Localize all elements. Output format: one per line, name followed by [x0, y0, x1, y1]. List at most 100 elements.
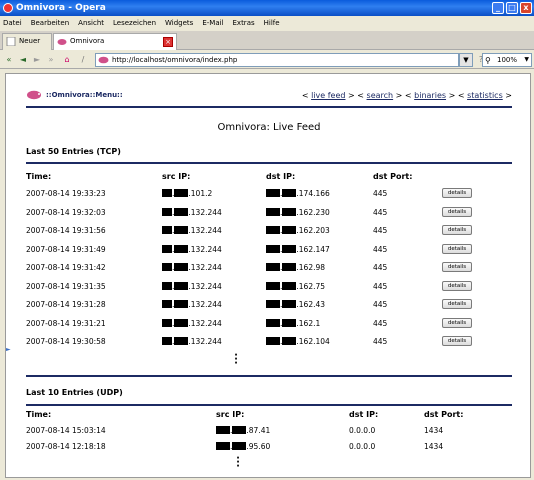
table-row: 2007-08-14 19:31:49 . .132.244 . .162.147 445… — [26, 242, 512, 260]
redacted-block — [174, 337, 189, 345]
link-statistics[interactable]: statistics — [467, 91, 503, 100]
table-row: 2007-08-14 19:30:58 . .132.244 . .162.104 445… — [26, 334, 512, 352]
redacted-block — [162, 207, 172, 216]
menu-email[interactable]: E-Mail — [202, 19, 223, 27]
cell-dst-port: 445 — [373, 207, 388, 217]
cell-dst-ip: . .162.104 — [266, 337, 330, 346]
menu-bar: Datei Bearbeiten Ansicht Lesezeichen Wid… — [0, 16, 534, 30]
cell-src-ip: . .95.60 — [216, 442, 270, 451]
cell-src-ip: . .87.41 — [216, 426, 270, 435]
cell-time: 2007-08-14 12:18:18 — [26, 442, 106, 451]
zoom-select[interactable]: ⚲ 100% ▼ — [482, 53, 532, 67]
col-header-time: Time: — [26, 172, 52, 181]
menu-widgets[interactable]: Widgets — [165, 19, 193, 27]
edit-icon[interactable]: / — [78, 55, 88, 65]
cell-dst-port: 445 — [373, 318, 388, 328]
details-button[interactable]: details — [442, 317, 472, 328]
ip-suffix: .132.244 — [188, 281, 222, 291]
close-window-button[interactable]: x — [520, 2, 532, 14]
cell-src-ip: . .132.244 — [162, 281, 222, 291]
ip-suffix: .162.1 — [296, 318, 321, 328]
redacted-block — [162, 337, 172, 345]
cell-time: 2007-08-14 19:31:56 — [26, 226, 106, 235]
cell-dst-port: 445 — [373, 189, 388, 198]
forward-icon[interactable]: ► — [32, 55, 42, 65]
ip-suffix: .132.244 — [188, 318, 222, 328]
cell-dst-port: 1434 — [424, 426, 444, 435]
redacted-block — [232, 442, 247, 450]
redacted-block — [282, 300, 297, 308]
maximize-button[interactable]: □ — [506, 2, 518, 14]
home-icon[interactable]: ⌂ — [62, 55, 72, 65]
details-button[interactable]: details — [442, 206, 472, 217]
cell-time: 2007-08-14 19:31:28 — [26, 300, 106, 309]
back-icon[interactable]: ◄ — [18, 55, 28, 65]
cell-dst-port: 445 — [373, 263, 388, 272]
cell-time: 2007-08-14 19:30:58 — [26, 337, 106, 346]
redacted-block — [162, 226, 172, 234]
cell-dst-ip: . .162.203 — [266, 226, 330, 235]
details-button[interactable]: details — [442, 336, 472, 346]
table-row: 2007-08-14 19:31:56 . .132.244 . .162.203 445… — [26, 223, 512, 241]
address-toolbar: « ◄ ► » ⌂ / http://localhost/omnivora/in… — [0, 51, 534, 69]
cell-dst-ip: . .162.43 — [266, 300, 325, 309]
redacted-block — [162, 263, 172, 271]
ip-suffix: .162.104 — [296, 337, 330, 346]
address-input[interactable]: http://localhost/omnivora/index.php — [95, 53, 459, 67]
redacted-block — [162, 189, 172, 197]
redacted-block — [174, 244, 189, 253]
menu-lesezeichen[interactable]: Lesezeichen — [113, 19, 156, 27]
ip-suffix: .132.244 — [188, 337, 222, 346]
cell-dst-port: 445 — [373, 244, 388, 254]
menu-bearbeiten[interactable]: Bearbeiten — [31, 19, 69, 27]
details-button[interactable]: details — [442, 299, 472, 309]
more-rows-indicator: · · · — [234, 350, 238, 369]
tab-neuer-tab[interactable]: Neuer Tab — [2, 33, 52, 60]
close-tab-icon[interactable]: × — [163, 37, 173, 47]
redacted-block — [266, 263, 280, 271]
cell-time: 2007-08-14 15:03:14 — [26, 426, 106, 435]
address-dropdown-button[interactable]: ▼ — [459, 53, 473, 67]
redacted-block — [282, 189, 297, 197]
redacted-block — [174, 318, 189, 327]
redacted-block — [216, 426, 230, 434]
redacted-block — [174, 226, 189, 234]
redacted-block — [266, 318, 280, 327]
cell-src-ip: . .132.244 — [162, 207, 222, 217]
site-menu-title: ::Omnivora::Menu:: — [46, 91, 123, 99]
redacted-block — [266, 226, 280, 234]
rewind-icon[interactable]: « — [4, 55, 14, 65]
cell-dst-port: 445 — [373, 300, 388, 309]
link-live-feed[interactable]: live feed — [311, 91, 345, 100]
cell-dst-port: 445 — [373, 281, 388, 291]
menu-ansicht[interactable]: Ansicht — [78, 19, 104, 27]
cell-dst-ip: . .162.98 — [266, 263, 325, 272]
breadcrumb-separator: > — [448, 91, 456, 100]
details-button[interactable]: details — [442, 225, 472, 235]
fast-forward-icon[interactable]: » — [46, 55, 56, 65]
link-search[interactable]: search — [367, 91, 394, 100]
menu-datei[interactable]: Datei — [3, 19, 22, 27]
divider — [26, 404, 512, 406]
breadcrumb-separator: < — [301, 91, 309, 100]
cell-dst-ip: . .174.166 — [266, 189, 330, 198]
cell-src-ip: . .132.244 — [162, 300, 222, 309]
cell-dst-port: 445 — [373, 337, 388, 346]
breadcrumb-separator: < — [404, 91, 412, 100]
details-button[interactable]: details — [442, 243, 472, 254]
tab-omnivora[interactable]: Omnivora × — [53, 33, 177, 50]
ip-suffix: .162.147 — [296, 244, 330, 254]
details-button[interactable]: details — [442, 262, 472, 272]
link-binaries[interactable]: binaries — [414, 91, 446, 100]
minimize-button[interactable]: _ — [492, 2, 504, 14]
menu-extras[interactable]: Extras — [233, 19, 255, 27]
opera-logo-icon — [3, 3, 13, 13]
divider — [26, 162, 512, 164]
breadcrumb-separator: > — [505, 91, 512, 100]
col-header-dst-port: dst Port: — [373, 172, 413, 181]
menu-hilfe[interactable]: Hilfe — [264, 19, 280, 27]
omnivora-pig-logo-icon — [27, 90, 41, 100]
details-button[interactable]: details — [442, 280, 472, 291]
cell-src-ip: . .132.244 — [162, 318, 222, 328]
details-button[interactable]: details — [442, 188, 472, 198]
